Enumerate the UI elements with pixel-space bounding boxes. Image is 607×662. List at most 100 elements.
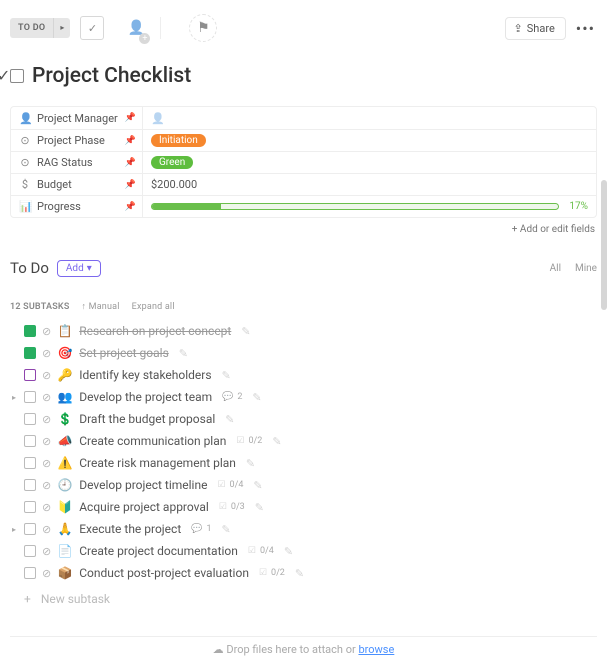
- task-checkbox[interactable]: [10, 69, 24, 83]
- task-row[interactable]: ⊘🔑Identify key stakeholders✎: [6, 364, 601, 386]
- task-row[interactable]: ⊘📣Create communication plan☑0/2✎: [6, 430, 601, 452]
- hover-icon[interactable]: ✎: [222, 369, 231, 382]
- hover-icon[interactable]: ✎: [284, 545, 293, 558]
- task-checkbox[interactable]: [24, 369, 36, 381]
- property-label[interactable]: 👤Project Manager📌: [11, 107, 143, 129]
- status-dropdown[interactable]: TO DO ▸: [10, 18, 70, 38]
- hover-icon[interactable]: ✎: [255, 501, 264, 514]
- drop-zone[interactable]: ☁ Drop files here to attach or browse: [10, 636, 597, 656]
- hover-icon[interactable]: ✎: [252, 391, 261, 404]
- task-row[interactable]: ⊘📄Create project documentation☑0/4✎: [6, 540, 601, 562]
- link-icon[interactable]: ⊘: [42, 567, 51, 580]
- link-icon[interactable]: ⊘: [42, 523, 51, 536]
- property-value-cell[interactable]: Initiation: [143, 130, 596, 151]
- task-meta[interactable]: ☑0/2: [259, 568, 285, 578]
- page-title[interactable]: Project Checklist: [32, 64, 191, 88]
- link-icon[interactable]: ⊘: [42, 391, 51, 404]
- tag-green[interactable]: Green: [151, 156, 193, 169]
- link-icon[interactable]: ⊘: [42, 325, 51, 338]
- hover-icon[interactable]: ✎: [295, 567, 304, 580]
- task-name[interactable]: Create communication plan: [79, 434, 226, 448]
- link-icon[interactable]: ⊘: [42, 501, 51, 514]
- link-icon[interactable]: ⊘: [42, 545, 51, 558]
- hover-icon[interactable]: ✎: [222, 523, 231, 536]
- task-meta[interactable]: ☑0/3: [219, 502, 245, 512]
- sort-button[interactable]: ↑ Manual: [82, 301, 120, 312]
- task-meta[interactable]: ☑0/4: [217, 480, 243, 490]
- task-checkbox[interactable]: [24, 567, 36, 579]
- task-checkbox[interactable]: [24, 545, 36, 557]
- task-checkbox[interactable]: [24, 413, 36, 425]
- task-name[interactable]: Acquire project approval: [79, 500, 209, 514]
- property-label[interactable]: ⊙Project Phase📌: [11, 130, 143, 151]
- task-name[interactable]: Conduct post-project evaluation: [79, 566, 249, 580]
- property-label[interactable]: 📊Progress📌: [11, 196, 143, 217]
- task-name[interactable]: Set project goals: [79, 346, 169, 360]
- property-label[interactable]: $Budget📌: [11, 174, 143, 195]
- priority-button[interactable]: ⚑: [189, 14, 217, 42]
- task-name[interactable]: Develop the project team: [79, 390, 212, 404]
- task-row[interactable]: ⊘📋Research on project concept✎: [6, 320, 601, 342]
- task-meta[interactable]: ☑0/2: [236, 436, 262, 446]
- task-row[interactable]: ⊘⚠️Create risk management plan✎: [6, 452, 601, 474]
- user-icon[interactable]: 👤: [151, 112, 165, 125]
- link-icon[interactable]: ⊘: [42, 479, 51, 492]
- task-row[interactable]: ⊘🔰Acquire project approval☑0/3✎: [6, 496, 601, 518]
- task-meta[interactable]: 💬2: [222, 392, 242, 402]
- more-menu-button[interactable]: •••: [576, 19, 595, 38]
- pin-icon[interactable]: 📌: [125, 158, 136, 168]
- hover-icon[interactable]: ✎: [253, 479, 262, 492]
- property-value-cell[interactable]: Green: [143, 152, 596, 173]
- property-value[interactable]: $200.000: [151, 178, 197, 191]
- hover-icon[interactable]: ✎: [246, 457, 255, 470]
- task-name[interactable]: Draft the budget proposal: [79, 412, 215, 426]
- add-button[interactable]: Add ▾: [57, 260, 101, 277]
- property-label[interactable]: ⊙RAG Status📌: [11, 152, 143, 173]
- task-meta[interactable]: 💬1: [191, 524, 211, 534]
- property-value-cell[interactable]: $200.000: [143, 174, 596, 195]
- task-checkbox[interactable]: [24, 325, 36, 337]
- expand-toggle[interactable]: ▸: [10, 525, 18, 534]
- browse-link[interactable]: browse: [358, 643, 394, 656]
- hover-icon[interactable]: ✎: [272, 435, 281, 448]
- task-name[interactable]: Create project documentation: [79, 544, 238, 558]
- task-row[interactable]: ▸⊘🙏Execute the project💬1✎: [6, 518, 601, 540]
- share-button[interactable]: ⇪ Share: [505, 17, 566, 40]
- add-edit-fields-button[interactable]: + Add or edit fields: [12, 224, 595, 235]
- task-checkbox[interactable]: [24, 479, 36, 491]
- task-row[interactable]: ▸⊘👥Develop the project team💬2✎: [6, 386, 601, 408]
- task-row[interactable]: ⊘💲Draft the budget proposal✎: [6, 408, 601, 430]
- pin-icon[interactable]: 📌: [125, 202, 136, 212]
- new-subtask-input[interactable]: New subtask: [0, 584, 607, 606]
- task-name[interactable]: Execute the project: [79, 522, 181, 536]
- hover-icon[interactable]: ✎: [241, 325, 250, 338]
- link-icon[interactable]: ⊘: [42, 347, 51, 360]
- progress-bar[interactable]: 17%: [151, 201, 588, 212]
- task-name[interactable]: Develop project timeline: [79, 478, 207, 492]
- task-name[interactable]: Create risk management plan: [79, 456, 236, 470]
- task-row[interactable]: ⊘🕘Develop project timeline☑0/4✎: [6, 474, 601, 496]
- expand-all-button[interactable]: Expand all: [132, 302, 175, 312]
- task-checkbox[interactable]: [24, 457, 36, 469]
- filter-all[interactable]: All: [550, 263, 561, 274]
- task-meta[interactable]: ☑0/4: [248, 546, 274, 556]
- expand-toggle[interactable]: ▸: [10, 393, 18, 402]
- hover-icon[interactable]: ✎: [225, 413, 234, 426]
- tag-orange[interactable]: Initiation: [151, 134, 206, 147]
- pin-icon[interactable]: 📌: [125, 136, 136, 146]
- task-checkbox[interactable]: [24, 391, 36, 403]
- filter-mine[interactable]: Mine: [575, 263, 597, 274]
- task-checkbox[interactable]: [24, 523, 36, 535]
- task-name[interactable]: Identify key stakeholders: [79, 368, 211, 382]
- link-icon[interactable]: ⊘: [42, 413, 51, 426]
- scrollbar[interactable]: [601, 180, 607, 310]
- hover-icon[interactable]: ✎: [179, 347, 188, 360]
- task-row[interactable]: ⊘🎯Set project goals✎: [6, 342, 601, 364]
- link-icon[interactable]: ⊘: [42, 369, 51, 382]
- task-checkbox[interactable]: [24, 435, 36, 447]
- task-checkbox[interactable]: [24, 501, 36, 513]
- assignees-button[interactable]: 👤: [122, 14, 150, 42]
- task-row[interactable]: ⊘📦Conduct post-project evaluation☑0/2✎: [6, 562, 601, 584]
- task-name[interactable]: Research on project concept: [79, 324, 231, 338]
- task-checkbox[interactable]: [24, 347, 36, 359]
